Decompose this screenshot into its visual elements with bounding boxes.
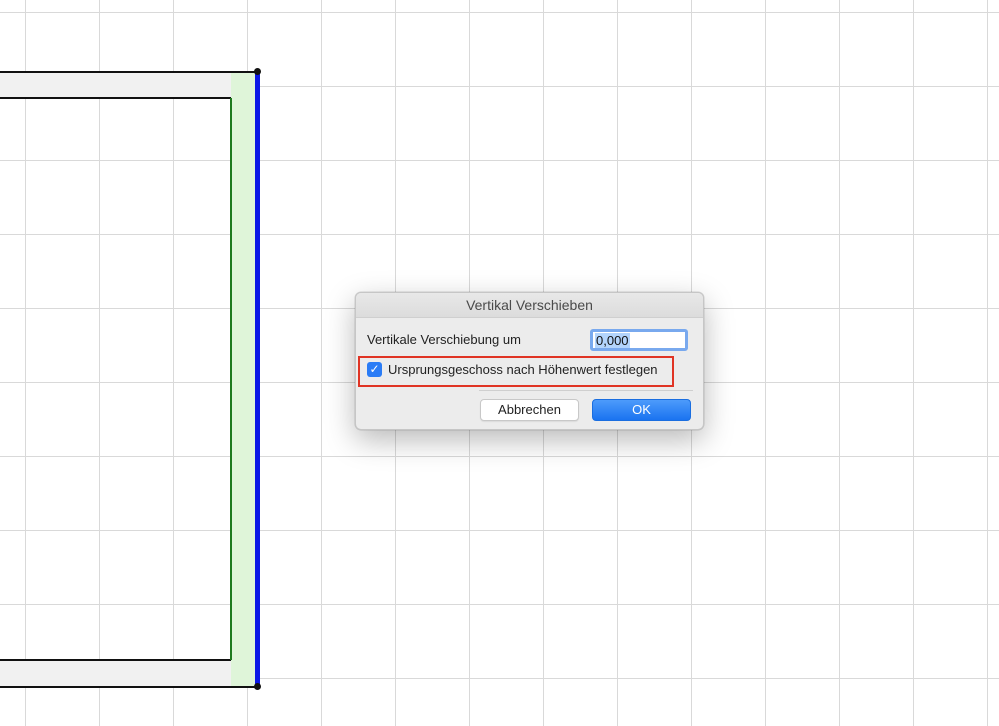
vertical-offset-label: Vertikale Verschiebung um	[367, 332, 521, 347]
vertical-offset-input[interactable]	[590, 329, 688, 351]
wall-bottom-fill	[0, 660, 258, 687]
wall-inner-top-line[interactable]	[0, 97, 231, 99]
wall-inner-right-line[interactable]	[230, 98, 232, 660]
selected-wall-edge[interactable]	[255, 71, 260, 688]
wall-outer-bottom-line[interactable]	[0, 686, 258, 688]
button-separator	[479, 390, 693, 391]
wall-inner-bottom-line[interactable]	[0, 659, 231, 661]
wall-top-fill	[0, 72, 258, 98]
vertex-handle-top[interactable]	[254, 68, 261, 75]
wall-right-fill[interactable]	[231, 72, 258, 687]
vertex-handle-bottom[interactable]	[254, 683, 261, 690]
checkmark-icon: ✓	[369, 362, 380, 376]
cancel-button[interactable]: Abbrechen	[480, 399, 579, 421]
ok-button[interactable]: OK	[592, 399, 691, 421]
dialog-title: Vertikal Verschieben	[356, 293, 703, 318]
wall-outer-top-line[interactable]	[0, 71, 258, 73]
origin-story-checkbox-label[interactable]: Ursprungsgeschoss nach Höhenwert festleg…	[388, 362, 658, 377]
vertical-move-dialog: Vertikal Verschieben Vertikale Verschieb…	[355, 292, 704, 430]
origin-story-checkbox[interactable]: ✓	[367, 362, 382, 377]
